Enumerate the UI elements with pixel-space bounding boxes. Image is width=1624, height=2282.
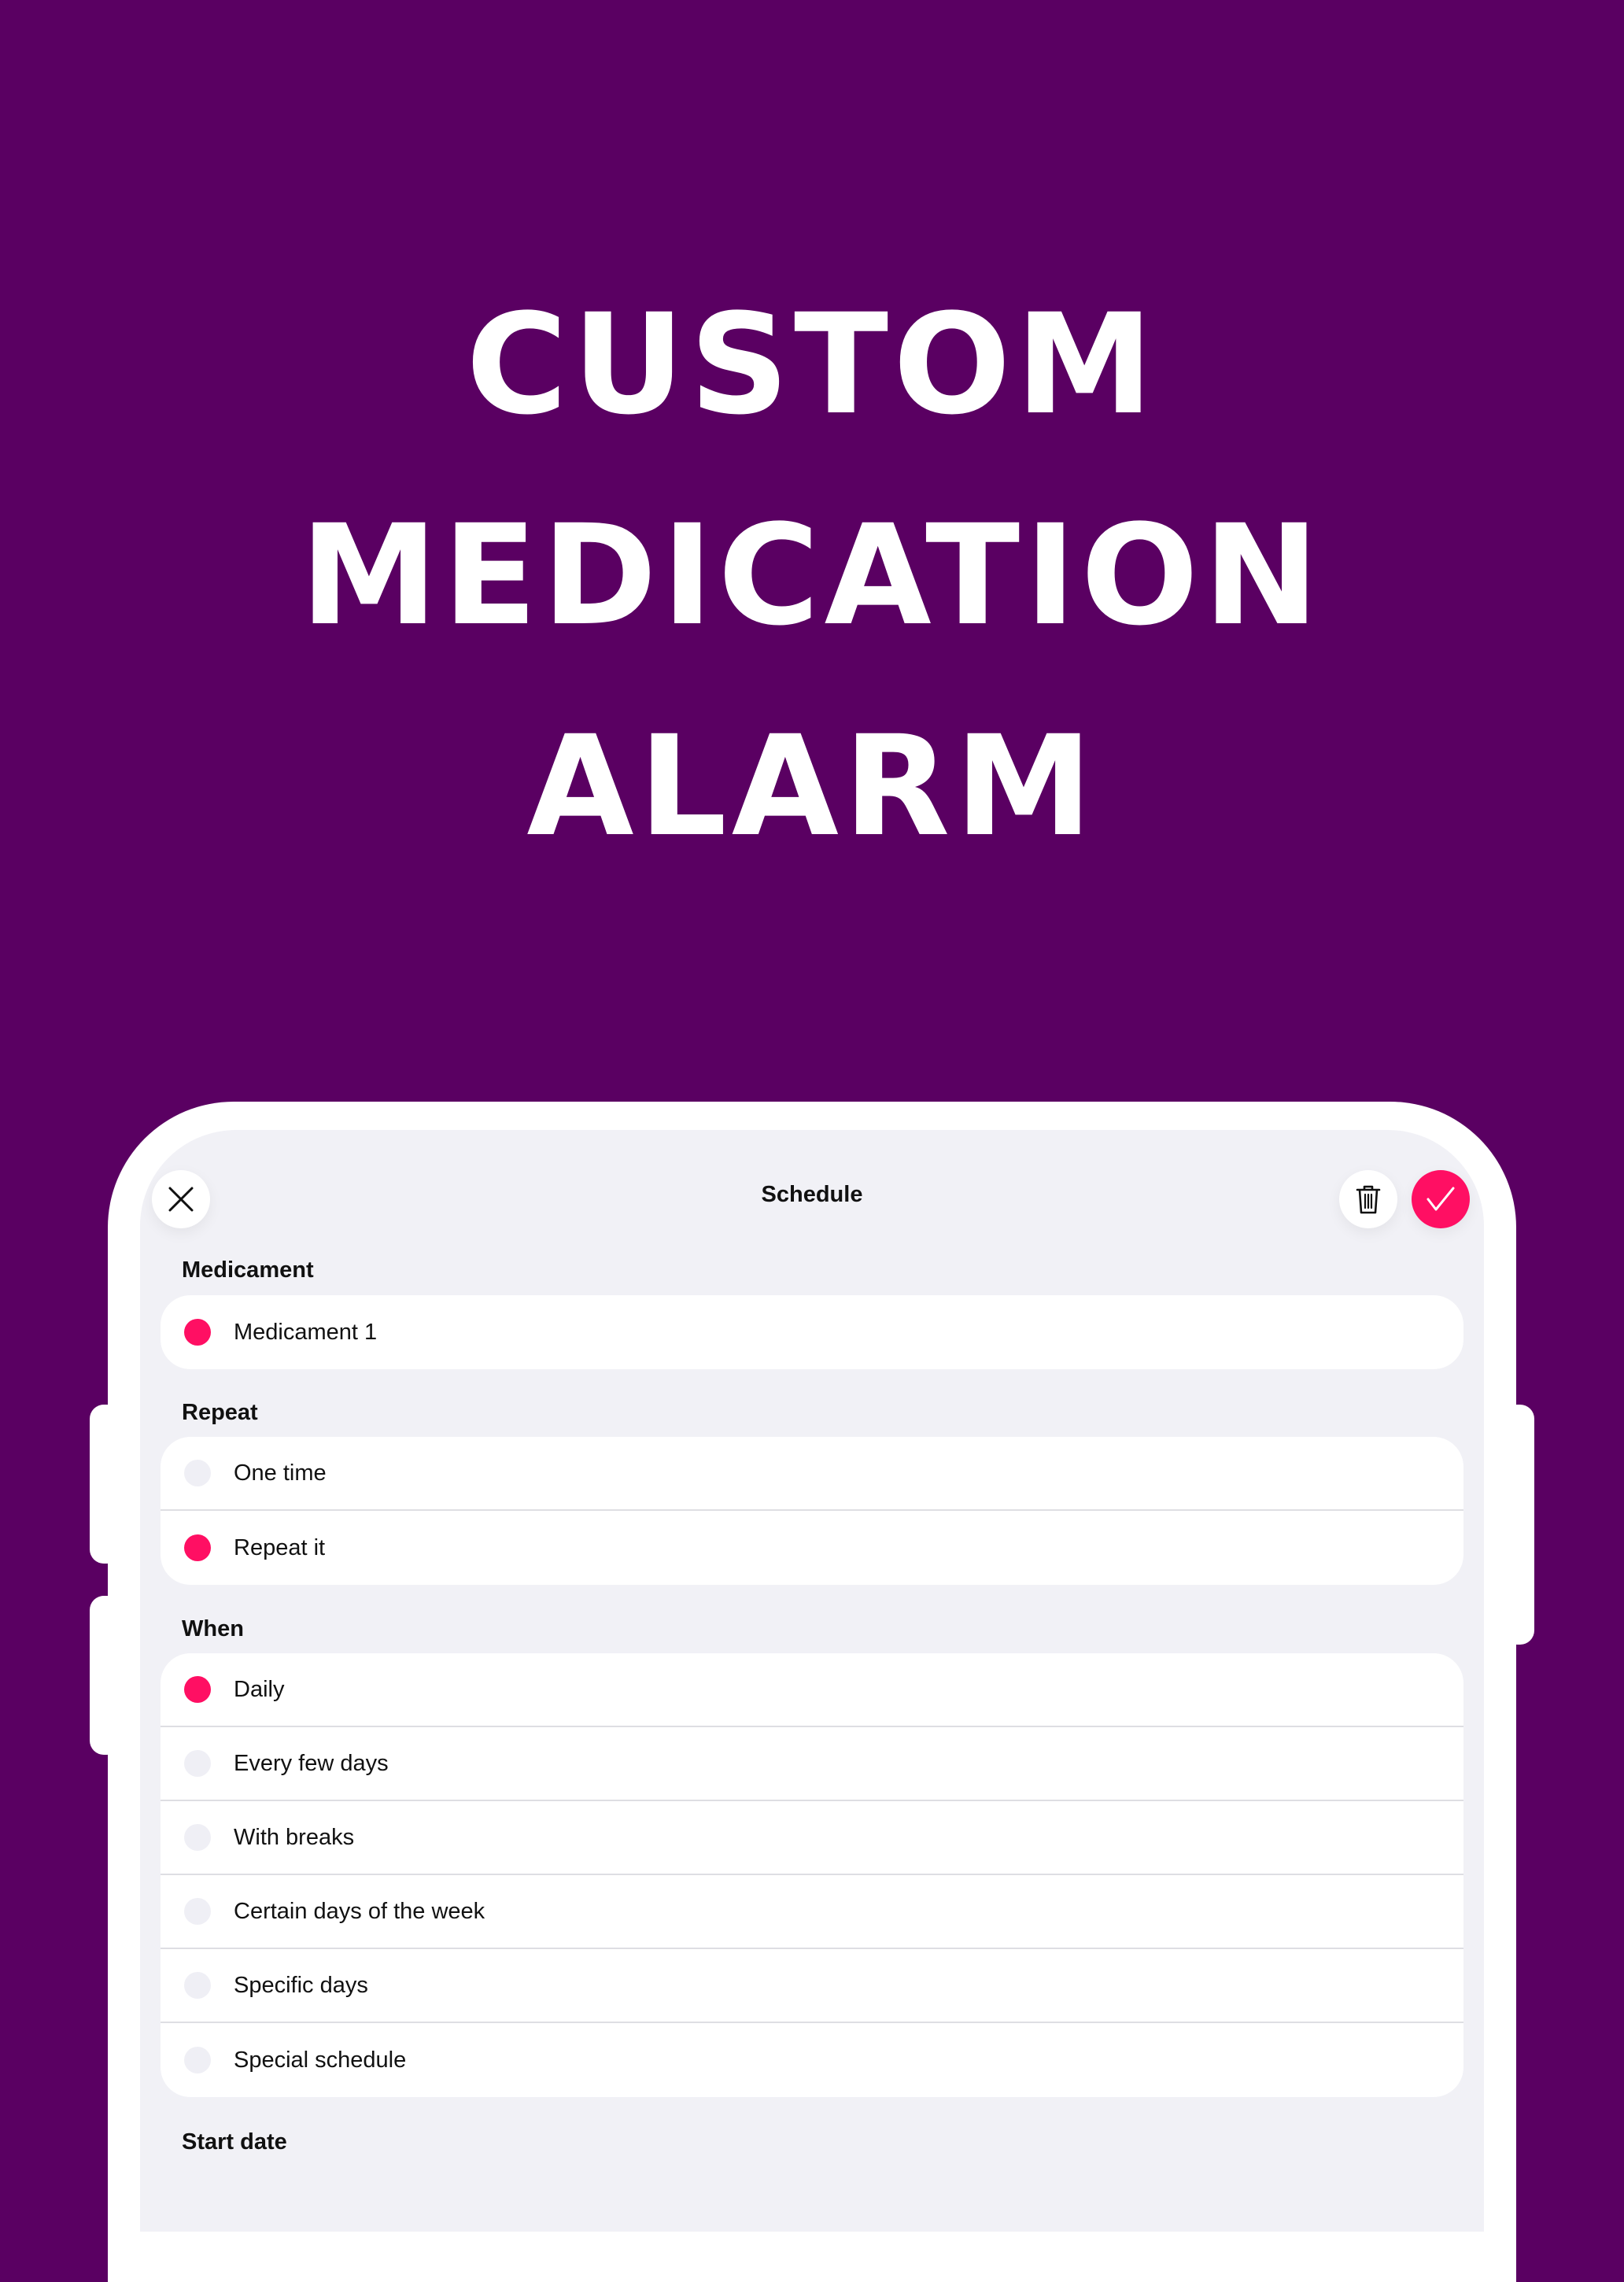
repeat-options-list: One time Repeat it xyxy=(161,1437,1463,1585)
radio-selected-icon xyxy=(184,1676,211,1703)
option-certain-days-of-week[interactable]: Certain days of the week xyxy=(161,1875,1463,1949)
radio-unselected-icon xyxy=(184,2047,211,2073)
radio-unselected-icon xyxy=(184,1824,211,1851)
list-item-label: Medicament 1 xyxy=(234,1319,378,1345)
medicament-list: Medicament 1 xyxy=(161,1295,1463,1369)
headline-line-3: ALARM xyxy=(526,706,1098,867)
radio-unselected-icon xyxy=(184,1898,211,1925)
option-label: One time xyxy=(234,1460,327,1486)
confirm-button[interactable] xyxy=(1412,1170,1470,1228)
option-label: Daily xyxy=(234,1676,285,1702)
option-repeat-it[interactable]: Repeat it xyxy=(161,1511,1463,1585)
page-title: Schedule xyxy=(761,1182,863,1207)
repeat-section-label: Repeat xyxy=(182,1400,258,1425)
option-label: Certain days of the week xyxy=(234,1898,485,1924)
radio-unselected-icon xyxy=(184,1460,211,1486)
option-label: Repeat it xyxy=(234,1534,326,1560)
schedule-screen: Schedule Medicament Medicament 1 Repeat … xyxy=(140,1130,1484,2232)
option-every-few-days[interactable]: Every few days xyxy=(161,1727,1463,1801)
headline-line-1: CUSTOM xyxy=(466,284,1158,445)
checkmark-icon xyxy=(1427,1187,1455,1211)
delete-button[interactable] xyxy=(1339,1170,1397,1228)
headline: CUSTOM MEDICATION ALARM xyxy=(0,260,1624,892)
option-specific-days[interactable]: Specific days xyxy=(161,1949,1463,2023)
option-label: Every few days xyxy=(234,1750,389,1776)
option-daily[interactable]: Daily xyxy=(161,1653,1463,1727)
option-special-schedule[interactable]: Special schedule xyxy=(161,2023,1463,2097)
radio-unselected-icon xyxy=(184,1750,211,1777)
radio-unselected-icon xyxy=(184,1972,211,1999)
option-label: Special schedule xyxy=(234,2047,407,2073)
option-label: Specific days xyxy=(234,1972,368,1998)
option-one-time[interactable]: One time xyxy=(161,1437,1463,1511)
option-with-breaks[interactable]: With breaks xyxy=(161,1801,1463,1875)
option-label: With breaks xyxy=(234,1824,355,1850)
medicament-section-label: Medicament xyxy=(182,1257,314,1283)
start-date-section-label: Start date xyxy=(182,2129,287,2155)
list-item-medicament-1[interactable]: Medicament 1 xyxy=(161,1295,1463,1369)
headline-line-2: MEDICATION xyxy=(300,495,1324,656)
radio-selected-icon xyxy=(184,1319,211,1346)
trash-icon xyxy=(1356,1185,1381,1214)
radio-selected-icon xyxy=(184,1534,211,1561)
when-section-label: When xyxy=(182,1616,244,1641)
when-options-list: Daily Every few days With breaks Certain… xyxy=(161,1653,1463,2097)
